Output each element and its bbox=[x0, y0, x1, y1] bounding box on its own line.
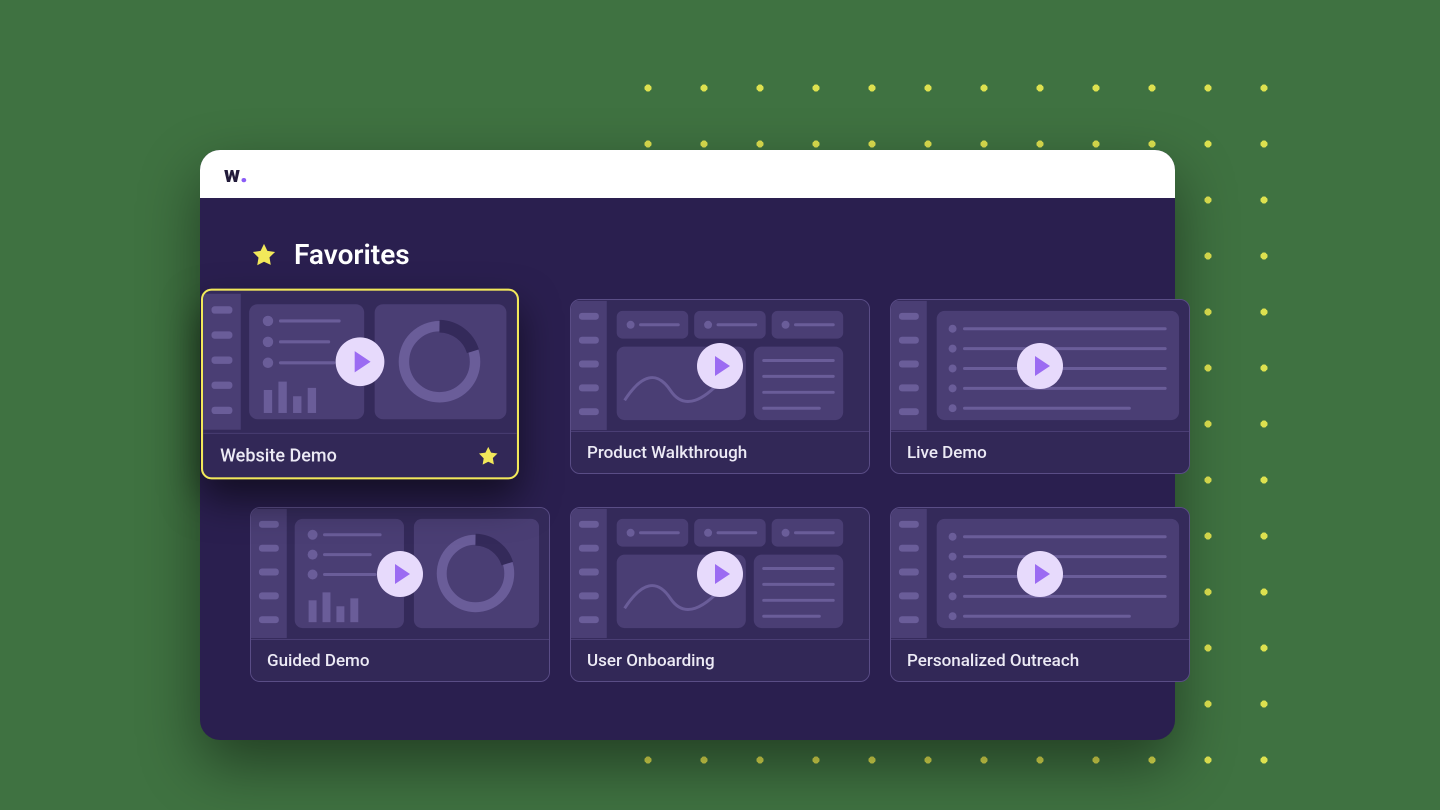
play-icon[interactable] bbox=[336, 337, 385, 386]
app-window: w . Favorites Website Demo bbox=[200, 150, 1175, 740]
play-icon[interactable] bbox=[697, 343, 743, 389]
section-title: Favorites bbox=[294, 238, 410, 271]
play-icon[interactable] bbox=[697, 551, 743, 597]
play-icon[interactable] bbox=[377, 551, 423, 597]
demo-card[interactable]: Live Demo bbox=[890, 299, 1190, 474]
card-footer: Live Demo bbox=[891, 431, 1189, 473]
section-header: Favorites bbox=[250, 238, 1125, 271]
logo-dot: . bbox=[240, 159, 247, 189]
logo-text: w bbox=[224, 163, 239, 188]
demo-card[interactable]: User Onboarding bbox=[570, 507, 870, 682]
demo-card[interactable]: Website Demo bbox=[201, 289, 519, 480]
card-thumbnail[interactable] bbox=[571, 300, 869, 431]
card-thumbnail[interactable] bbox=[571, 508, 869, 639]
star-icon[interactable] bbox=[477, 444, 500, 467]
play-icon[interactable] bbox=[1017, 551, 1063, 597]
demo-card[interactable]: Product Walkthrough bbox=[570, 299, 870, 474]
demo-card[interactable]: Personalized Outreach bbox=[890, 507, 1190, 682]
card-thumbnail[interactable] bbox=[891, 508, 1189, 639]
card-grid: Website Demo Product Walkthrough bbox=[250, 299, 1125, 682]
titlebar: w . bbox=[200, 150, 1175, 198]
card-footer: Website Demo bbox=[203, 433, 517, 478]
card-thumbnail[interactable] bbox=[891, 300, 1189, 431]
card-footer: Personalized Outreach bbox=[891, 639, 1189, 681]
card-title: User Onboarding bbox=[587, 651, 715, 671]
card-title: Website Demo bbox=[220, 445, 337, 466]
app-logo: w . bbox=[224, 159, 247, 189]
play-icon[interactable] bbox=[1017, 343, 1063, 389]
card-title: Product Walkthrough bbox=[587, 443, 747, 463]
card-title: Guided Demo bbox=[267, 651, 370, 671]
demo-card[interactable]: Guided Demo bbox=[250, 507, 550, 682]
card-title: Live Demo bbox=[907, 443, 987, 463]
main-content: Favorites Website Demo bbox=[200, 198, 1175, 722]
card-thumbnail[interactable] bbox=[203, 291, 517, 433]
star-icon bbox=[250, 241, 278, 269]
card-title: Personalized Outreach bbox=[907, 651, 1079, 671]
card-footer: User Onboarding bbox=[571, 639, 869, 681]
card-footer: Product Walkthrough bbox=[571, 431, 869, 473]
card-footer: Guided Demo bbox=[251, 639, 549, 681]
card-thumbnail[interactable] bbox=[251, 508, 549, 639]
